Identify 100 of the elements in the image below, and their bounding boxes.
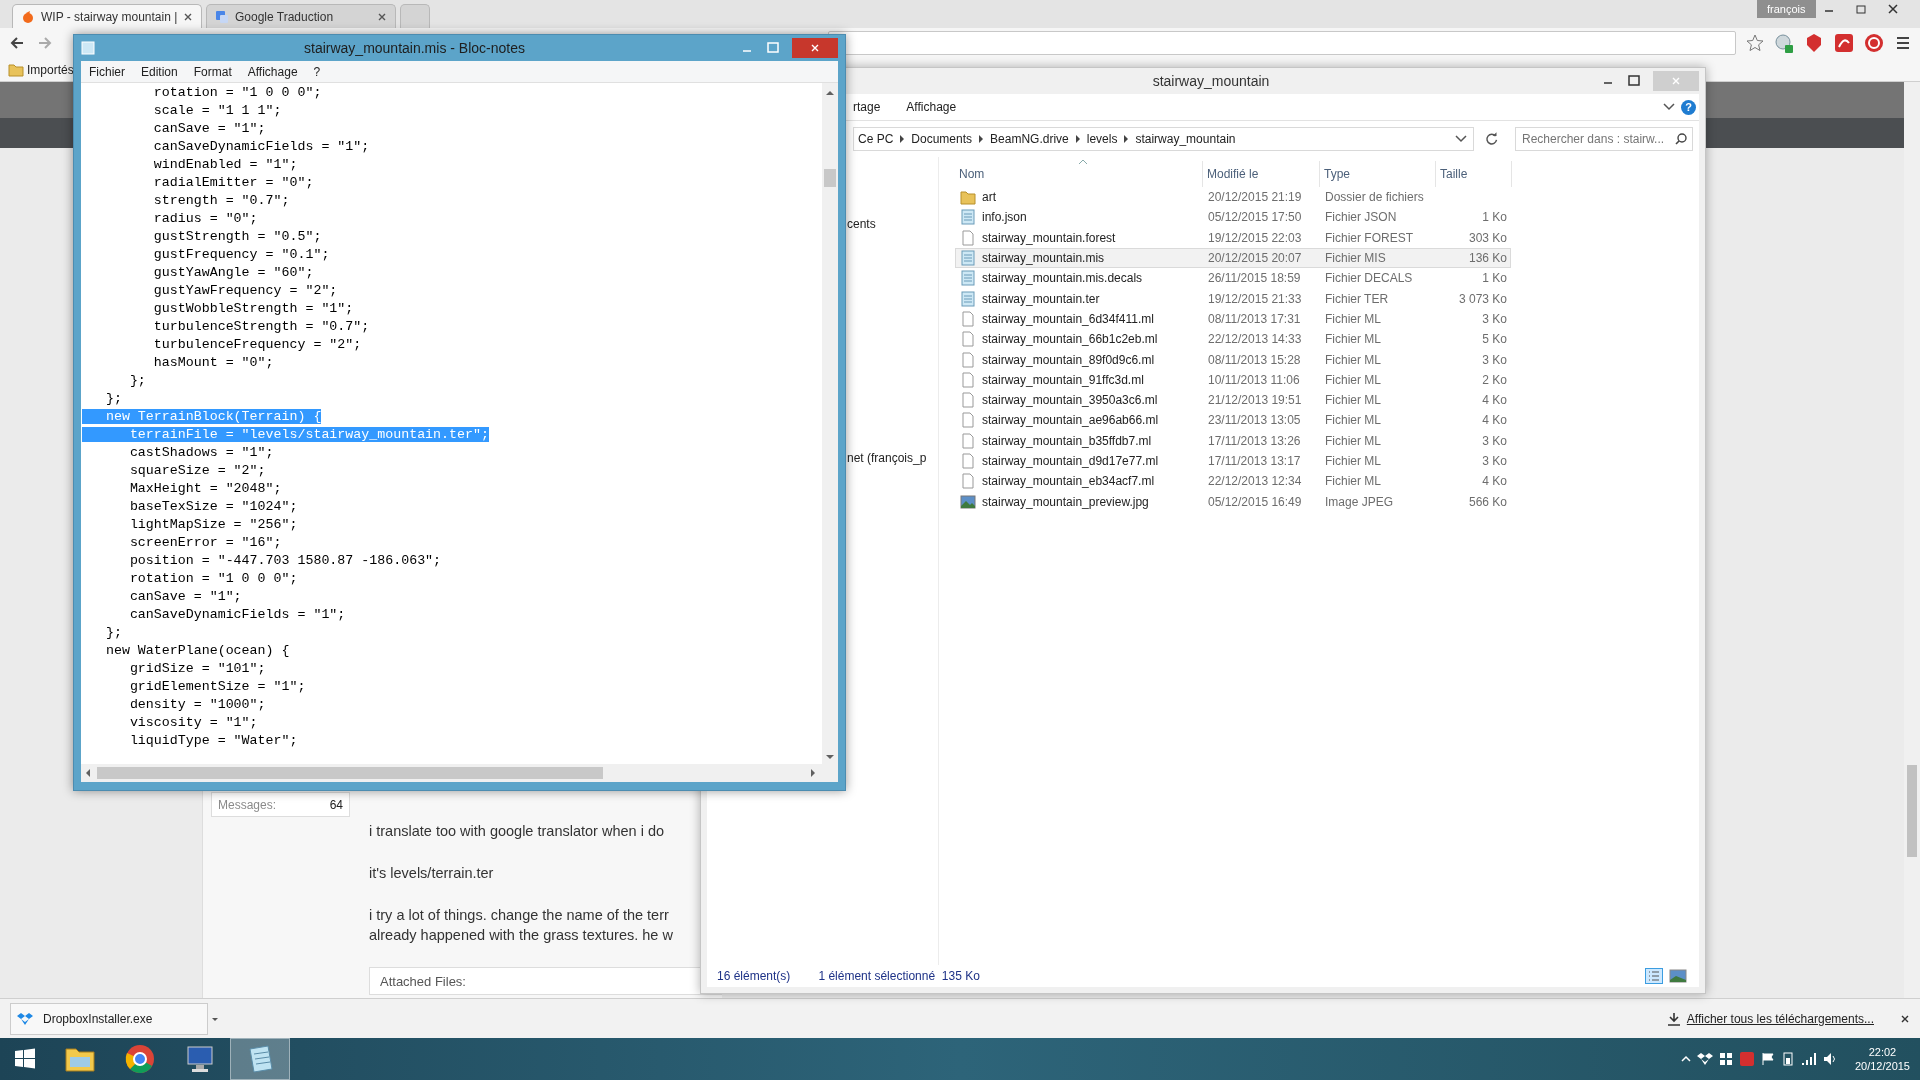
file-type: Fichier FOREST	[1324, 229, 1414, 247]
file-size: 4 Ko	[1482, 393, 1507, 408]
column-header[interactable]: Modifié le	[1203, 161, 1320, 187]
thumbnail-view-icon[interactable]	[1669, 968, 1687, 984]
file-size: 2 Ko	[1482, 372, 1507, 387]
shield-icon[interactable]	[1804, 33, 1824, 53]
close-icon[interactable]	[377, 11, 387, 22]
scrollbar-thumb[interactable]	[1907, 765, 1917, 857]
code-line: turbulenceStrength = "0.7";	[152, 319, 370, 334]
search-field[interactable]: Rechercher dans : stairw...	[1515, 127, 1693, 151]
bookmark-folder[interactable]: Importés	[8, 60, 74, 79]
breadcrumb-item[interactable]: BeamNG.drive	[990, 130, 1069, 148]
scrollbar[interactable]	[1904, 82, 1920, 998]
chevron-up-icon[interactable]	[1680, 1054, 1691, 1064]
show-downloads-link[interactable]: Afficher tous les téléchargements...	[1686, 1009, 1874, 1028]
chevron-down-icon[interactable]	[1454, 134, 1467, 144]
code-line: scale = "1 1 1";	[152, 103, 282, 118]
help-icon[interactable]: ?	[1681, 99, 1696, 115]
file-date: 23/11/2013 13:05	[1207, 412, 1302, 430]
code-line: gustStrength = "0.5";	[152, 229, 322, 244]
address-bar[interactable]: Ce PC Documents BeamNG.drive levels stairway_mountain	[853, 127, 1474, 151]
stat-label: Messages:	[218, 796, 277, 814]
close-icon	[1671, 76, 1681, 86]
file-row[interactable]: art 20/12/2015 21:19 Dossier de fichiers	[955, 187, 1511, 208]
file-type: Fichier ML	[1324, 453, 1382, 470]
file-row[interactable]: stairway_mountain_eb34acf7.ml 22/12/2013 12:34 Fichier ML 4 Ko	[955, 471, 1511, 492]
column-header[interactable]: Taille	[1436, 161, 1512, 187]
file-name: stairway_mountain.mis	[982, 250, 1105, 268]
windows-logo-icon[interactable]	[1718, 1052, 1733, 1066]
menu-item[interactable]: ?	[305, 62, 329, 81]
file-row[interactable]: stairway_mountain_66b1c2eb.ml 22/12/2013 14:33 Fichier ML 5 Ko	[955, 329, 1511, 350]
scrollbar-thumb[interactable]	[824, 169, 836, 187]
file-row[interactable]: info.json 05/12/2015 17:50 Fichier JSON 1 Ko	[955, 207, 1511, 228]
file-name: stairway_mountain_3950a3c6.ml	[982, 392, 1158, 410]
file-row[interactable]: stairway_mountain_preview.jpg 05/12/2015 16:49 Image JPEG 566 Ko	[955, 491, 1511, 512]
post-paragraph: i translate too with google translator when i do	[369, 822, 665, 841]
breadcrumb-item[interactable]: Documents	[911, 130, 973, 148]
file-type: Fichier ML	[1324, 412, 1382, 430]
file-row[interactable]: stairway_mountain_89f0d9c6.ml 08/11/2013 15:28 Fichier ML 3 Ko	[955, 349, 1511, 370]
flag-icon[interactable]	[1760, 1052, 1775, 1066]
breadcrumb-item[interactable]: Ce PC	[858, 130, 894, 148]
file-name: stairway_mountain.ter	[982, 290, 1100, 308]
post-paragraph: it's levels/terrain.ter	[369, 864, 495, 883]
menu-item[interactable]: Edition	[133, 62, 186, 81]
file-row[interactable]: stairway_mountain.ter 19/12/2015 21:33 Fichier TER 3 073 Ko	[955, 288, 1511, 309]
file-row[interactable]: stairway_mountain.mis.decals 26/11/2015 18:59 Fichier DECALS 1 Ko	[955, 268, 1511, 289]
chevron-down-icon[interactable]	[1663, 102, 1675, 112]
file-row[interactable]: stairway_mountain_d9d17e77.ml 17/11/2013 13:17 Fichier ML 3 Ko	[955, 450, 1511, 472]
ribbon-tab[interactable]: rtage	[853, 98, 881, 116]
code-line: screenError = "16";	[128, 535, 282, 550]
column-header[interactable]: Nom	[955, 161, 1203, 187]
menu-item[interactable]: Fichier	[81, 62, 133, 81]
blank-file-icon	[960, 310, 976, 327]
close-icon[interactable]	[1900, 1013, 1910, 1024]
column-header[interactable]: Type	[1320, 161, 1436, 187]
star-icon[interactable]	[1746, 34, 1764, 52]
code-line: gustYawAngle = "60";	[152, 265, 314, 280]
code-line: lightMapSize = "256";	[128, 517, 298, 532]
file-name: stairway_mountain_89f0d9c6.ml	[982, 351, 1155, 369]
box-icon[interactable]	[1696, 1052, 1713, 1066]
file-size: 136 Ko	[1468, 251, 1507, 266]
clock-time[interactable]: 22:02	[1854, 1045, 1910, 1059]
browser-tab[interactable]: WIP - stairway mountain |	[12, 4, 202, 28]
selection-info: 1 élément sélectionné 135 Ko	[818, 968, 980, 985]
text-file-icon	[960, 290, 976, 307]
file-row[interactable]: stairway_mountain_91ffc3d.ml 10/11/2013 11:06 Fichier ML 2 Ko	[955, 369, 1511, 390]
file-row[interactable]: stairway_mountain_6d34f411.ml 08/11/2013 17:31 Fichier ML 3 Ko	[955, 308, 1511, 330]
scrollbar-thumb[interactable]	[97, 767, 603, 779]
code-line: canSave = "1";	[128, 589, 242, 604]
breadcrumb-item[interactable]: levels	[1086, 130, 1118, 148]
browser-tab[interactable]: Google Traduction	[206, 4, 396, 28]
code-line: density = "1000";	[128, 697, 266, 712]
code-line: position = "-447.703 1580.87 -186.063";	[128, 553, 442, 568]
file-name: art	[982, 189, 996, 207]
ribbon-tab[interactable]: Affichage	[906, 98, 957, 116]
file-row[interactable]: stairway_mountain_b35ffdb7.ml 17/11/2013 13:26 Fichier ML 3 Ko	[955, 430, 1511, 451]
download-item[interactable]: DropboxInstaller.exe	[10, 1002, 208, 1035]
breadcrumb-item[interactable]: stairway_mountain	[1135, 130, 1236, 148]
menu-icon[interactable]	[1894, 34, 1912, 52]
menu-item[interactable]: Format	[185, 62, 240, 81]
file-type: Image JPEG	[1324, 493, 1395, 511]
menu-item[interactable]: Affichage	[239, 62, 306, 81]
search-icon[interactable]	[1675, 133, 1687, 145]
file-row[interactable]: stairway_mountain_3950a3c6.ml 21/12/2013 19:51 Fichier ML 4 Ko	[955, 389, 1511, 411]
code-line: gridSize = "101";	[128, 661, 266, 676]
close-icon[interactable]	[183, 11, 193, 22]
file-date: 22/12/2013 14:33	[1207, 331, 1303, 349]
file-row[interactable]: stairway_mountain_ae96ab66.ml 23/11/2013 13:05 Fichier ML 4 Ko	[955, 410, 1511, 431]
file-row[interactable]: stairway_mountain.mis 20/12/2015 20:07 Fichier MIS 136 Ko	[955, 247, 1511, 269]
stat-value: 64	[329, 796, 343, 814]
signal-icon[interactable]	[1800, 1052, 1817, 1066]
code-line: new WaterPlane(ocean) {	[104, 643, 290, 658]
box-icon	[17, 1011, 33, 1026]
code-line: gustYawFrequency = "2";	[152, 283, 338, 298]
globe-icon[interactable]	[1774, 33, 1794, 53]
file-row[interactable]: stairway_mountain.forest 19/12/2015 22:03 Fichier FOREST 303 Ko	[955, 227, 1511, 248]
nav-item[interactable]: cents	[847, 215, 938, 233]
refresh-icon[interactable]	[1483, 131, 1499, 147]
nav-item[interactable]: net (françois_p	[847, 449, 938, 467]
clock-date[interactable]: 20/12/2015	[1854, 1059, 1910, 1073]
